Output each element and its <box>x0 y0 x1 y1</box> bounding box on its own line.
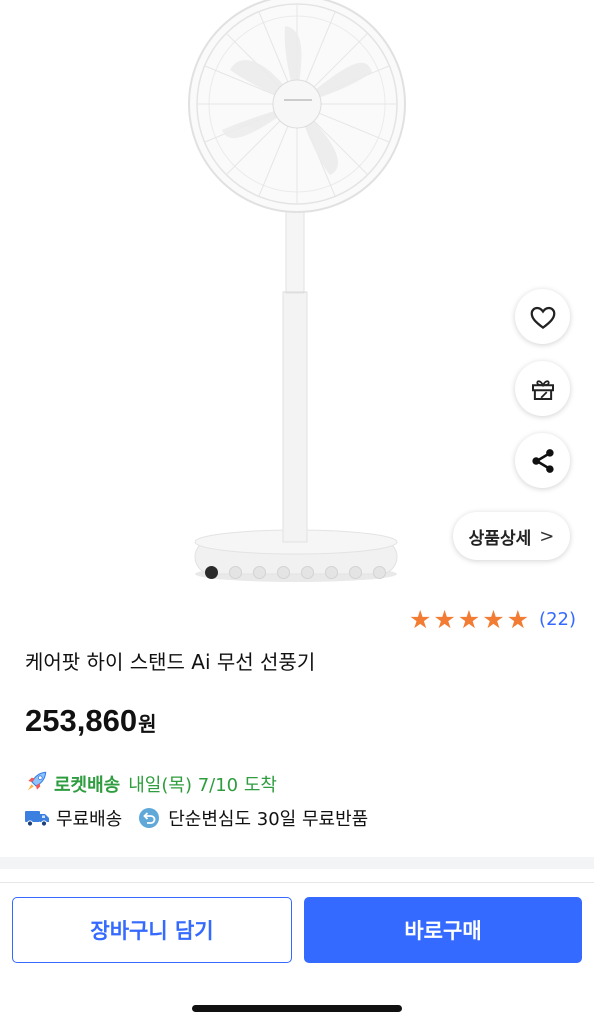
buy-now-button[interactable]: 바로구매 <box>304 897 582 963</box>
star-icon: ★ <box>506 605 530 634</box>
rocket-delivery-label: 로켓배송 <box>54 774 121 796</box>
price-value: 253,860 <box>25 703 138 738</box>
chevron-right-icon: > <box>539 525 555 547</box>
free-return-label: 단순변심도 30일 무료반품 <box>168 809 369 830</box>
free-shipping-label: 무료배송 <box>56 809 123 830</box>
return-arrow-icon <box>139 808 160 828</box>
pagination-dot[interactable] <box>373 566 386 579</box>
star-icon: ★ <box>408 605 432 634</box>
gift-button[interactable] <box>515 361 570 416</box>
delivery-info: 로켓배송 내일(목) 7/10 도착 <box>24 768 277 799</box>
product-price: 253,860 원 <box>25 703 156 739</box>
star-icon: ★ <box>482 605 505 634</box>
free-shipping-benefit: 무료배송 <box>24 805 122 831</box>
gift-rocket-icon <box>531 379 554 400</box>
star-icon: ★ <box>457 605 481 634</box>
review-count[interactable]: (22) <box>539 609 576 630</box>
star-icon: ★ <box>433 605 456 634</box>
pagination-dot[interactable] <box>253 566 266 579</box>
pagination-dot[interactable] <box>301 566 314 579</box>
arrival-date: 내일(목) 7/10 도착 <box>128 774 277 796</box>
product-detail-label: 상품상세 <box>468 528 532 549</box>
product-rating[interactable]: ★ ★ ★ ★ ★ (22) <box>409 606 576 633</box>
share-button[interactable] <box>515 433 570 488</box>
rocket-icon <box>24 768 50 799</box>
pagination-dot[interactable] <box>229 566 242 579</box>
price-currency: 원 <box>138 712 157 736</box>
section-divider <box>0 857 594 869</box>
add-to-cart-button[interactable]: 장바구니 담기 <box>12 897 292 963</box>
truck-icon <box>25 811 49 827</box>
heart-icon <box>530 306 555 329</box>
benefits-row: 무료배송 단순변심도 30일 무료반품 <box>24 805 382 831</box>
free-return-benefit: 단순변심도 30일 무료반품 <box>136 805 368 831</box>
product-image-gallery[interactable]: 상품상세 > <box>0 0 594 592</box>
product-detail-button[interactable]: 상품상세 > <box>453 512 570 560</box>
gallery-pagination <box>205 566 386 579</box>
share-icon <box>531 448 554 473</box>
stand-fan-product-image[interactable] <box>0 0 594 592</box>
product-title: 케어팟 하이 스탠드 Ai 무선 선풍기 <box>25 650 316 674</box>
pagination-dot[interactable] <box>205 566 218 579</box>
rating-stars: ★ ★ ★ ★ ★ <box>409 606 529 633</box>
pagination-dot[interactable] <box>349 566 362 579</box>
wishlist-button[interactable] <box>515 289 570 344</box>
pagination-dot[interactable] <box>325 566 338 579</box>
pagination-dot[interactable] <box>277 566 290 579</box>
home-indicator[interactable] <box>192 1005 402 1012</box>
